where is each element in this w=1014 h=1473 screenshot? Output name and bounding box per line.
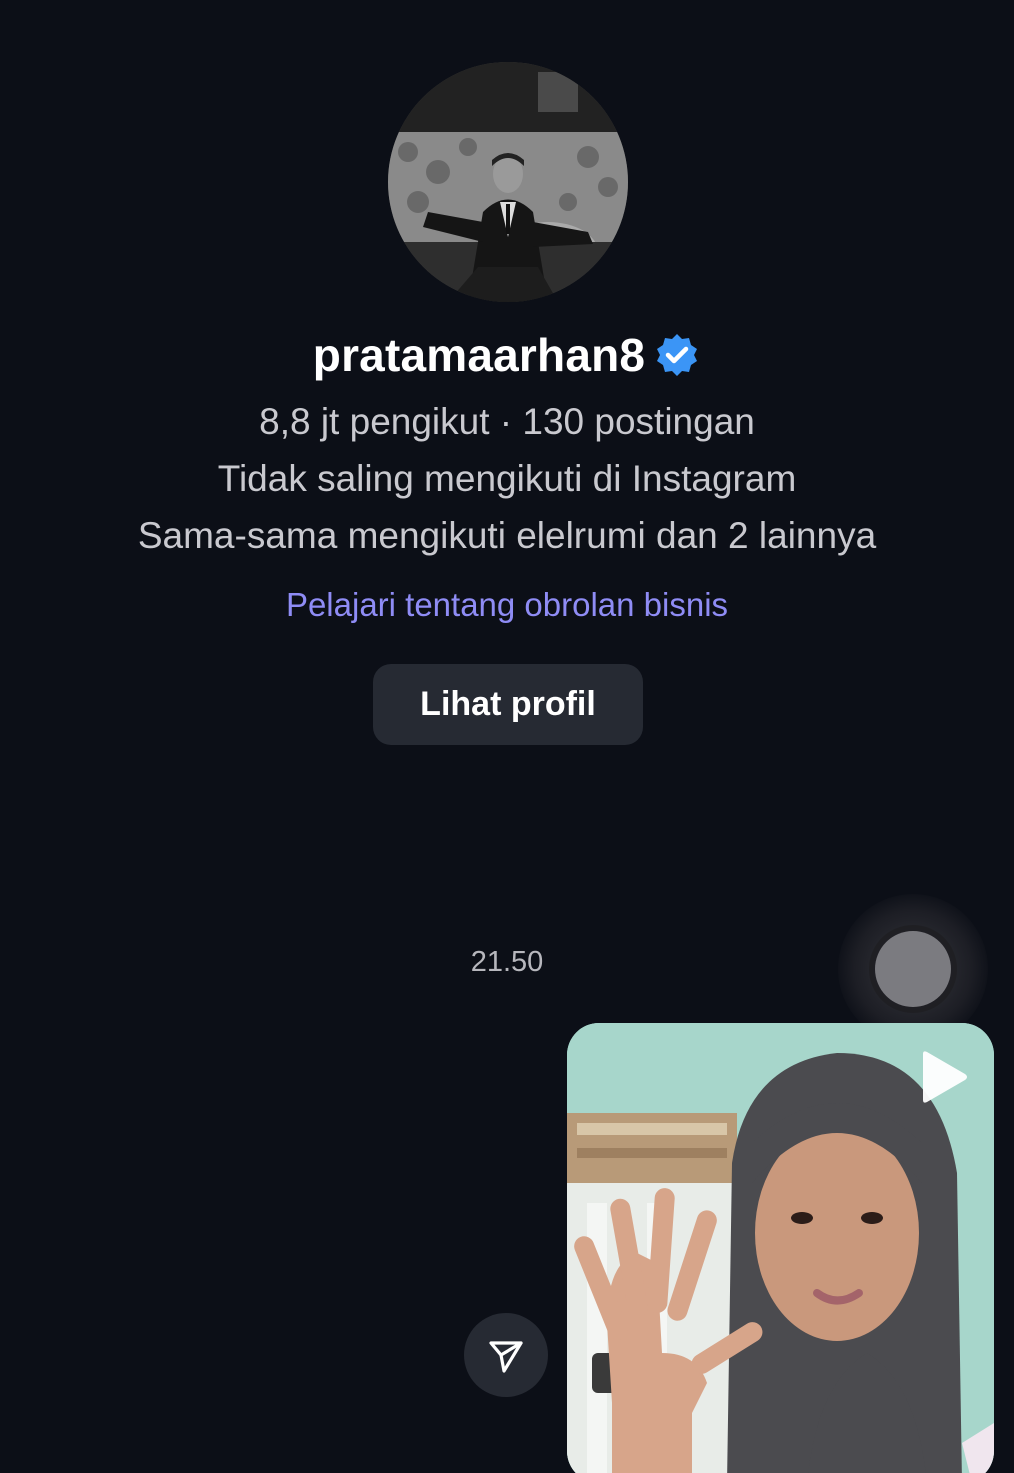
- play-icon[interactable]: [913, 1048, 971, 1106]
- share-button[interactable]: [464, 1313, 548, 1397]
- chat-screen: pratamaarhan8 8,8 jt pengikut · 130 post…: [0, 0, 1014, 1473]
- view-profile-button[interactable]: Lihat profil: [373, 664, 643, 745]
- mutual-followers: Sama-sama mengikuti elelrumi dan 2 lainn…: [137, 515, 877, 556]
- avatar-image: [388, 62, 628, 302]
- follower-stats: 8,8 jt pengikut · 130 postingan: [259, 401, 755, 442]
- profile-username: pratamaarhan8: [312, 329, 646, 381]
- record-icon: [875, 931, 951, 1007]
- username-row: pratamaarhan8: [0, 328, 1014, 382]
- verified-badge-icon: [657, 334, 698, 376]
- business-chat-link[interactable]: Pelajari tentang obrolan bisnis: [0, 586, 1014, 624]
- profile-avatar[interactable]: [388, 62, 628, 302]
- send-icon: [489, 1341, 523, 1373]
- record-button[interactable]: [838, 894, 988, 1044]
- follow-status: Tidak saling mengikuti di Instagram: [217, 458, 797, 499]
